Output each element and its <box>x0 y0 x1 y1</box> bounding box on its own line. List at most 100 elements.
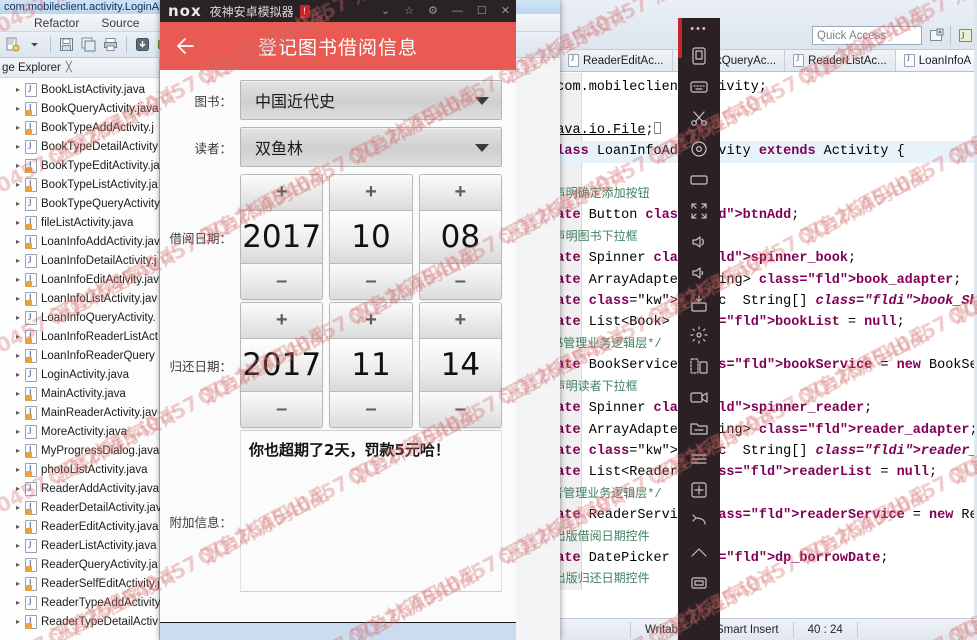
extra-info-input[interactable] <box>240 466 502 592</box>
return-year-value[interactable]: 2017 <box>241 339 323 391</box>
increment-button[interactable]: + <box>330 175 412 211</box>
expand-arrow-icon[interactable]: ▸ <box>16 332 25 341</box>
expand-arrow-icon[interactable]: ▸ <box>16 275 25 284</box>
list-item[interactable]: ▸ ReaderEditActivity.java <box>0 517 159 536</box>
expand-arrow-icon[interactable]: ▸ <box>16 104 25 113</box>
list-item[interactable]: ▸ BookTypeAddActivity.j <box>0 118 159 137</box>
expand-arrow-icon[interactable]: ▸ <box>16 389 25 398</box>
minimize-icon[interactable]: — <box>452 5 463 17</box>
expand-arrow-icon[interactable]: ▸ <box>16 218 25 227</box>
expand-arrow-icon[interactable]: ▸ <box>16 180 25 189</box>
close-icon[interactable]: ✕ <box>501 5 510 17</box>
expand-arrow-icon[interactable]: ▸ <box>16 123 25 132</box>
reader-spinner[interactable]: 双鱼林 <box>240 127 502 167</box>
borrow-year-value[interactable]: 2017 <box>241 211 323 263</box>
location-icon[interactable] <box>678 133 720 164</box>
folder-share-icon[interactable] <box>678 412 720 443</box>
volume-up-icon[interactable] <box>678 226 720 257</box>
increment-button[interactable]: + <box>419 303 501 339</box>
pin-icon[interactable]: ☆ <box>404 5 414 17</box>
expand-arrow-icon[interactable]: ▸ <box>16 370 25 379</box>
volume-down-icon[interactable] <box>678 257 720 288</box>
list-item[interactable]: ▸ BookTypeQueryActivity <box>0 194 160 213</box>
collapse-icon[interactable]: ⌄ <box>381 5 390 17</box>
list-item[interactable]: ▸ MyProgressDialog.java <box>0 441 159 460</box>
java-perspective-icon[interactable]: J <box>955 26 975 45</box>
shake-icon[interactable] <box>678 319 720 350</box>
book-spinner[interactable]: 中国近代史 <box>240 80 502 120</box>
expand-arrow-icon[interactable]: ▸ <box>16 256 25 265</box>
expand-arrow-icon[interactable]: ▸ <box>16 579 25 588</box>
borrow-date-picker[interactable]: + 2017 – + 10 – + 08 – <box>240 174 502 300</box>
scissors-icon[interactable] <box>678 102 720 133</box>
list-item[interactable]: ▸ ReaderTypeAddActivity <box>0 593 161 612</box>
list-item[interactable]: ▸ BookQueryActivity.java <box>0 99 159 118</box>
expand-arrow-icon[interactable]: ▸ <box>16 85 25 94</box>
back-arrow-icon[interactable] <box>174 34 198 58</box>
list-item[interactable]: ▸ ReaderQueryActivity.ja <box>0 555 159 574</box>
nox-window-controls[interactable]: ⌄ ☆ ⚙ — ☐ ✕ <box>381 0 510 22</box>
settings-gear-icon[interactable]: ⚙ <box>428 5 438 17</box>
list-item[interactable]: ▸ LoanInfoDetailActivity.j <box>0 251 159 270</box>
print-icon[interactable] <box>101 35 120 54</box>
decrement-button[interactable]: – <box>330 391 412 427</box>
list-item[interactable]: ▸ ReaderSelfEditActivity.j <box>0 574 160 593</box>
nox-title-bar[interactable]: nox 夜神安卓模拟器 ! ⌄ ☆ ⚙ — ☐ ✕ <box>160 0 516 22</box>
save-all-icon[interactable] <box>79 35 98 54</box>
screenshot-icon[interactable] <box>678 40 720 71</box>
list-item[interactable]: ▸ BookTypeEditActivity.ja <box>0 156 160 175</box>
return-date-picker[interactable]: + 2017 – + 11 – + 14 – <box>240 302 502 428</box>
keyboard-icon[interactable] <box>678 71 720 102</box>
expand-arrow-icon[interactable]: ▸ <box>16 560 25 569</box>
expand-arrow-icon[interactable]: ▸ <box>16 427 25 436</box>
new-wizard-dropdown-icon[interactable] <box>25 35 44 54</box>
home-icon[interactable] <box>678 536 720 567</box>
menu-item-source[interactable]: Source <box>101 16 139 30</box>
return-year-stepper[interactable]: + 2017 – <box>240 302 324 428</box>
expand-arrow-icon[interactable]: ▸ <box>16 294 25 303</box>
quick-access-input[interactable]: Quick Access <box>812 26 922 45</box>
borrow-month-stepper[interactable]: + 10 – <box>329 174 413 300</box>
recents-icon[interactable] <box>678 567 720 598</box>
editor-tab-bar[interactable]: ReaderEditAc...BookQueryAc...ReaderListA… <box>560 50 977 72</box>
list-item[interactable]: ▸ ReaderAddActivity.java <box>0 479 159 498</box>
more-options-icon[interactable]: ••• <box>678 18 720 40</box>
list-item[interactable]: ▸ LoanInfoReaderListAct <box>0 327 159 346</box>
expand-arrow-icon[interactable]: ▸ <box>16 408 25 417</box>
list-item[interactable]: ▸ LoanInfoListActivity.jav <box>0 289 159 308</box>
increment-button[interactable]: + <box>241 175 323 211</box>
increment-button[interactable]: + <box>419 175 501 211</box>
borrow-year-stepper[interactable]: + 2017 – <box>240 174 324 300</box>
expand-arrow-icon[interactable]: ▸ <box>16 503 25 512</box>
expand-arrow-icon[interactable]: ▸ <box>16 522 25 531</box>
menu-icon[interactable] <box>678 443 720 474</box>
borrow-month-value[interactable]: 10 <box>330 211 412 263</box>
decrement-button[interactable]: – <box>241 263 323 299</box>
list-item[interactable]: ▸ LoginActivity.java <box>0 365 159 384</box>
list-item[interactable]: ▸ MoreActivity.java <box>0 422 159 441</box>
notification-badge[interactable]: ! <box>299 4 310 18</box>
list-item[interactable]: ▸ BookListActivity.java <box>0 80 159 99</box>
return-month-value[interactable]: 11 <box>330 339 412 391</box>
close-icon[interactable]: ╳ <box>66 62 72 73</box>
increment-button[interactable]: + <box>330 303 412 339</box>
multi-instance-icon[interactable] <box>678 350 720 381</box>
expand-arrow-icon[interactable]: ▸ <box>16 446 25 455</box>
expand-arrow-icon[interactable]: ▸ <box>16 484 25 493</box>
macro-icon[interactable] <box>678 474 720 505</box>
back-icon[interactable] <box>678 505 720 536</box>
expand-arrow-icon[interactable]: ▸ <box>16 541 25 550</box>
export-android-icon[interactable] <box>133 35 152 54</box>
expand-arrow-icon[interactable]: ▸ <box>16 465 25 474</box>
maximize-icon[interactable]: ☐ <box>477 5 487 17</box>
resize-icon[interactable] <box>678 195 720 226</box>
expand-arrow-icon[interactable]: ▸ <box>16 598 25 607</box>
expand-arrow-icon[interactable]: ▸ <box>16 237 25 246</box>
expand-arrow-icon[interactable]: ▸ <box>16 351 25 360</box>
list-item[interactable]: ▸ LoanInfoEditActivity.jav <box>0 270 159 289</box>
list-item[interactable]: ▸ photoListActivity.java <box>0 460 159 479</box>
list-item[interactable]: ▸ ReaderListActivity.java <box>0 536 159 555</box>
list-item[interactable]: ▸ LoanInfoAddActivity.jav <box>0 232 160 251</box>
return-month-stepper[interactable]: + 11 – <box>329 302 413 428</box>
list-item[interactable]: ▸ MainActivity.java <box>0 384 159 403</box>
